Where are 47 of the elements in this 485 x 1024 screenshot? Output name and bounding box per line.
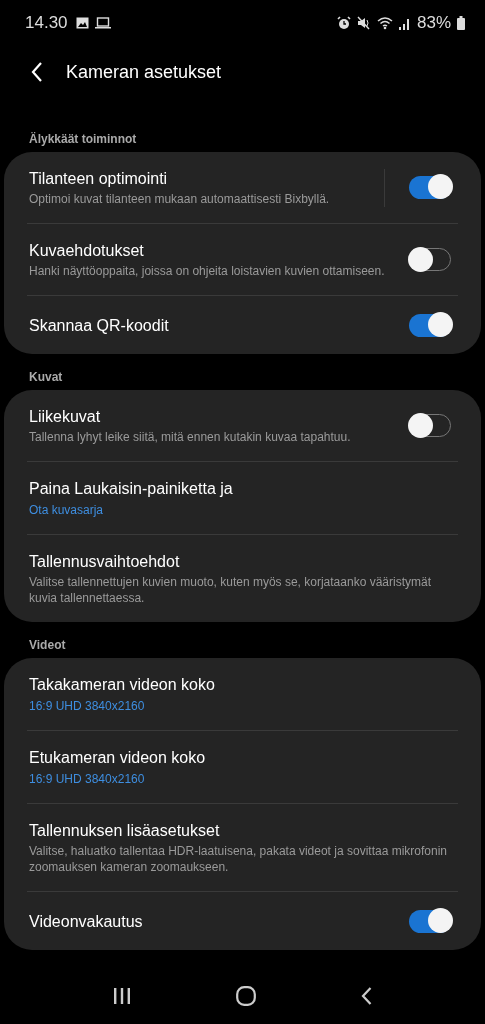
section-header: Älykkäät toiminnot bbox=[28, 131, 138, 148]
mute-icon bbox=[356, 16, 371, 30]
setting-row[interactable]: Tallennusvaihtoehdot Valitse tallennettujen kuvien muoto, kuten myös se, korjataanko vääristymät kuvia tallennettaessa. bbox=[4, 535, 481, 622]
battery-icon bbox=[457, 16, 465, 30]
setting-description: Valitse, haluatko tallentaa HDR-laatuisena, pakata videot ja sovittaa mikrofonin zoomauksen kameran zoomaukseen. bbox=[29, 843, 448, 875]
setting-description: Tallenna lyhyt leike siitä, mitä ennen kutakin kuvaa tapahtuu. bbox=[29, 429, 352, 445]
setting-title: Liikekuvat bbox=[29, 407, 102, 427]
page-title: Kameran asetukset bbox=[66, 61, 222, 83]
setting-row[interactable]: Takakameran videon koko 16:9 UHD 3840x2160 bbox=[4, 658, 481, 730]
setting-title: Videonvakautus bbox=[29, 911, 144, 932]
section-header: Kuvat bbox=[28, 369, 64, 386]
setting-description: Valitse tallennettujen kuvien muoto, kuten myös se, korjataanko vääristymät kuvia tallennettaessa. bbox=[29, 574, 432, 606]
setting-title: Skannaa QR-koodit bbox=[29, 315, 170, 336]
setting-value: 16:9 UHD 3840x2160 bbox=[29, 698, 146, 714]
setting-row[interactable]: Paina Laukaisin-painiketta ja Ota kuvasarja bbox=[4, 462, 481, 534]
wifi-icon bbox=[376, 16, 393, 30]
setting-title: Paina Laukaisin-painiketta ja bbox=[29, 479, 234, 499]
setting-title: Takakameran videon koko bbox=[29, 675, 216, 695]
recent-apps-icon[interactable] bbox=[112, 988, 131, 1004]
setting-row[interactable]: Etukameran videon koko 16:9 UHD 3840x2160 bbox=[4, 731, 481, 803]
setting-description: Hanki näyttöoppaita, joissa on ohjeita loistavien kuvien ottamiseen. bbox=[29, 263, 386, 279]
setting-row[interactable]: Tilanteen optimointi Optimoi kuvat tilanteen mukaan automaattisesti Bixbyllä. bbox=[4, 152, 481, 223]
toggle-switch[interactable] bbox=[409, 313, 451, 337]
setting-row[interactable]: Videonvakautus bbox=[4, 892, 481, 950]
image-icon bbox=[75, 17, 89, 29]
setting-row[interactable]: Liikekuvat Tallenna lyhyt leike siitä, mitä ennen kutakin kuvaa tapahtuu. bbox=[4, 390, 481, 461]
battery-percentage: 83% bbox=[416, 13, 451, 33]
setting-title: Kuvaehdotukset bbox=[29, 241, 145, 261]
setting-value: Ota kuvasarja bbox=[29, 502, 105, 518]
setting-title: Tallennuksen lisäasetukset bbox=[29, 821, 221, 841]
setting-title: Tallennusvaihtoehdot bbox=[29, 552, 181, 572]
section-header: Videot bbox=[28, 637, 67, 654]
toggle-switch[interactable] bbox=[409, 909, 451, 933]
setting-row[interactable]: Kuvaehdotukset Hanki näyttöoppaita, joissa on ohjeita loistavien kuvien ottamiseen. bbox=[4, 224, 481, 295]
setting-value: 16:9 UHD 3840x2160 bbox=[29, 771, 146, 787]
toggle-switch[interactable] bbox=[409, 176, 451, 199]
setting-title: Tilanteen optimointi bbox=[29, 169, 169, 189]
status-time: 14.30 bbox=[25, 13, 68, 33]
alarm-icon bbox=[336, 16, 351, 30]
signal-icon bbox=[398, 16, 411, 30]
home-icon[interactable] bbox=[236, 986, 256, 1006]
laptop-icon bbox=[94, 17, 111, 29]
setting-description: Optimoi kuvat tilanteen mukaan automaattisesti Bixbyllä. bbox=[29, 191, 331, 207]
setting-row[interactable]: Tallennuksen lisäasetukset Valitse, haluatko tallentaa HDR-laatuisena, pakata videot ja sovittaa mikrofonin zoomauksen kameran zoomaukseen. bbox=[4, 804, 481, 891]
setting-title: Etukameran videon koko bbox=[29, 748, 207, 768]
back-icon[interactable] bbox=[361, 987, 373, 1005]
setting-row[interactable]: Skannaa QR-koodit bbox=[4, 296, 481, 354]
